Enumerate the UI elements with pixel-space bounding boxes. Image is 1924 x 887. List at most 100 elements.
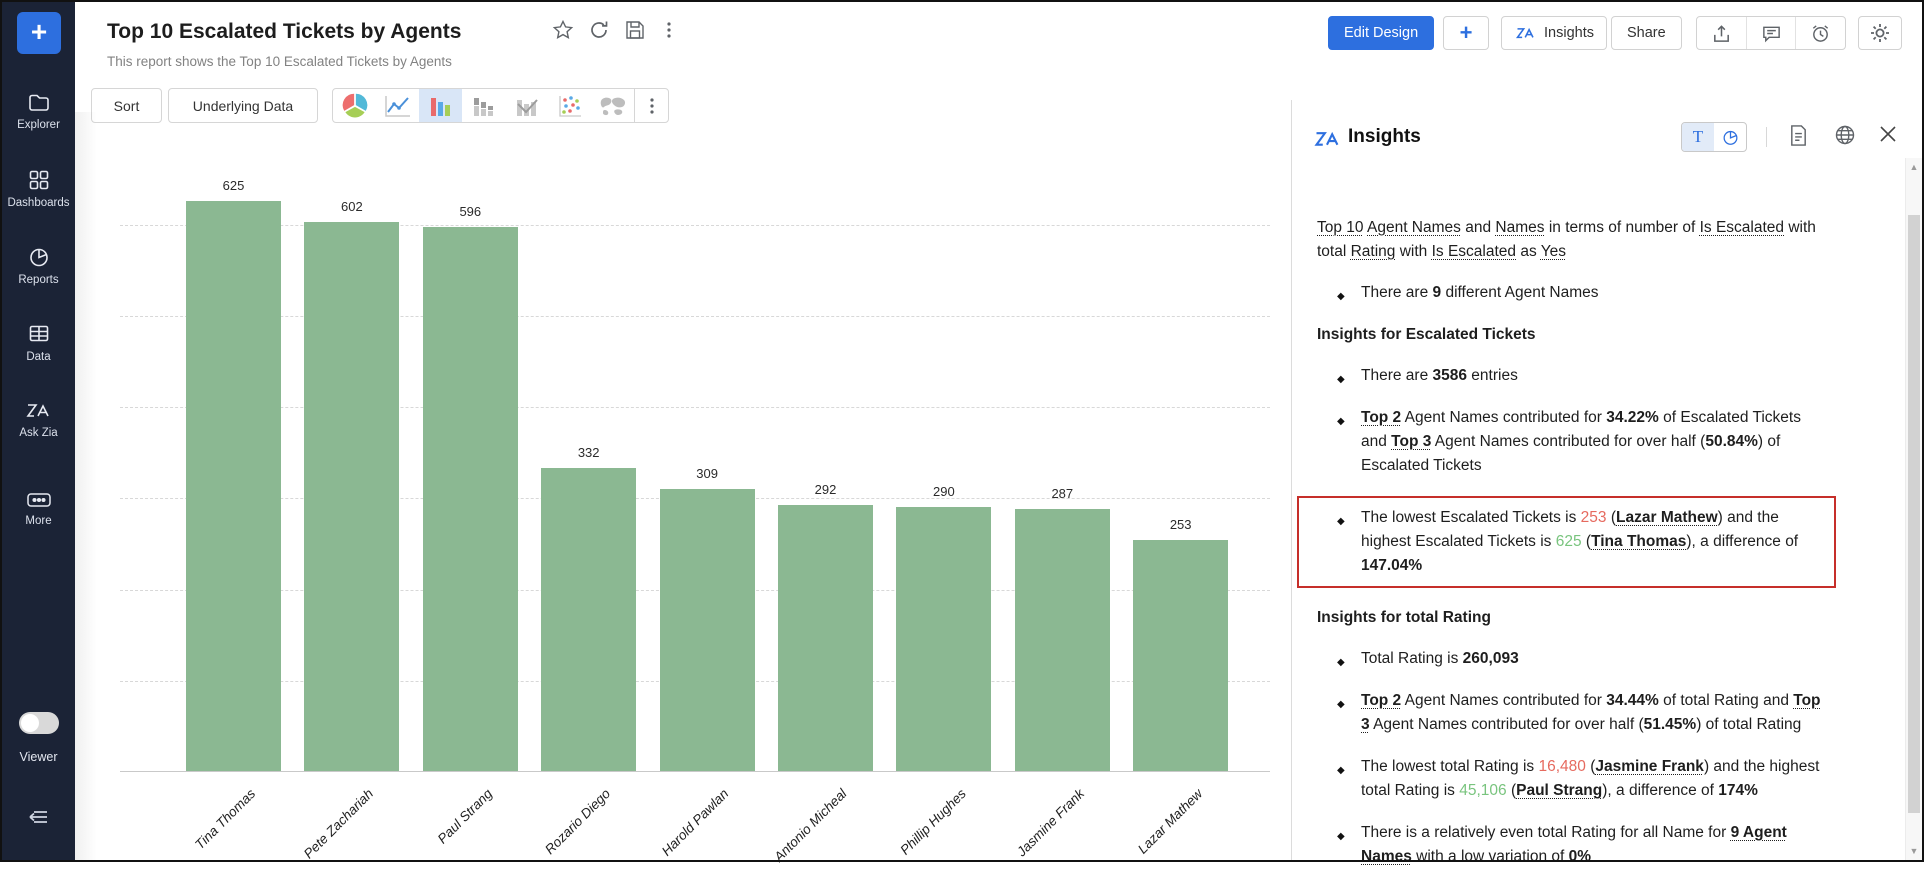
chart-type-map-button[interactable] bbox=[591, 89, 634, 122]
insights-chart-view-button[interactable] bbox=[1714, 123, 1746, 151]
insights-text-view-button[interactable]: T bbox=[1682, 123, 1714, 151]
chart-bar[interactable] bbox=[1015, 509, 1110, 771]
insights-content: Top 10 Agent Names and Names in terms of… bbox=[1317, 216, 1822, 887]
insight-bullet: ◆There are 3586 entries bbox=[1317, 364, 1822, 388]
insight-text: with bbox=[1395, 243, 1431, 260]
scroll-up-arrow[interactable]: ▲ bbox=[1906, 162, 1922, 172]
insights-button[interactable]: Insights bbox=[1501, 16, 1607, 50]
chart-bar[interactable] bbox=[778, 505, 873, 771]
viewer-toggle[interactable] bbox=[19, 712, 59, 734]
insights-panel: Insights T Top 10 Agent Names and Names … bbox=[1291, 100, 1922, 860]
chart-type-bar-button-selected[interactable] bbox=[419, 89, 462, 122]
chart-bar[interactable] bbox=[423, 227, 518, 771]
insight-term-link[interactable]: Names bbox=[1495, 219, 1544, 236]
page-subtitle: This report shows the Top 10 Escalated T… bbox=[107, 54, 452, 69]
insight-text: 16,480 bbox=[1538, 758, 1585, 775]
table-icon bbox=[2, 322, 75, 346]
language-globe-icon[interactable] bbox=[1834, 124, 1858, 148]
insight-term-link[interactable]: Lazar Mathew bbox=[1616, 509, 1718, 526]
bar-chart-plot-area: 625602596332309292290287253 bbox=[120, 140, 1270, 772]
insight-text: and bbox=[1461, 219, 1495, 236]
insight-intro: Top 10 Agent Names and Names in terms of… bbox=[1317, 216, 1822, 264]
schedule-button[interactable] bbox=[1795, 17, 1845, 49]
chart-bar[interactable] bbox=[186, 201, 281, 771]
zia-icon bbox=[1514, 25, 1538, 42]
scrollbar-thumb[interactable] bbox=[1908, 215, 1920, 813]
bullet-diamond-icon: ◆ bbox=[1337, 368, 1345, 392]
insight-text: as bbox=[1516, 243, 1541, 260]
insight-bullet: ◆The lowest total Rating is 16,480 (Jasm… bbox=[1317, 755, 1822, 803]
close-panel-icon[interactable] bbox=[1878, 124, 1902, 148]
sidebar-item-explorer[interactable]: Explorer bbox=[2, 90, 75, 131]
chart-type-more-button[interactable] bbox=[634, 89, 668, 122]
scroll-down-arrow[interactable]: ▼ bbox=[1906, 846, 1922, 856]
text-view-icon: T bbox=[1693, 127, 1703, 147]
insight-text: 625 bbox=[1556, 533, 1582, 550]
save-icon[interactable] bbox=[624, 19, 648, 43]
insights-panel-title: Insights bbox=[1348, 126, 1421, 148]
insight-term-link[interactable]: Is Escalated bbox=[1700, 219, 1784, 236]
insights-button-label: Insights bbox=[1544, 25, 1594, 41]
x-axis-label: Harold Pawlan bbox=[659, 786, 732, 859]
bullet-diamond-icon: ◆ bbox=[1337, 285, 1345, 309]
x-axis-label: Tina Thomas bbox=[192, 786, 258, 852]
chart-type-stacked-bar-button[interactable] bbox=[462, 89, 505, 122]
insight-term-link[interactable]: Is Escalated bbox=[1432, 243, 1516, 260]
insight-term-link[interactable]: Top 2 bbox=[1361, 409, 1401, 426]
insight-term-link[interactable]: Tina Thomas bbox=[1591, 533, 1686, 550]
folder-icon bbox=[2, 90, 75, 114]
favorite-star-icon[interactable] bbox=[552, 19, 576, 43]
insight-text: ( bbox=[1507, 782, 1516, 799]
insight-section-heading: Insights for total Rating bbox=[1317, 606, 1822, 630]
x-axis-label: Antonio Micheal bbox=[772, 786, 851, 865]
comments-button[interactable] bbox=[1746, 17, 1796, 49]
insight-term-link[interactable]: Jasmine Frank bbox=[1595, 758, 1704, 775]
insights-scrollbar[interactable]: ▲ ▼ bbox=[1905, 158, 1922, 860]
refresh-icon[interactable] bbox=[588, 19, 612, 43]
sidebar-item-ask-zia[interactable]: Ask Zia bbox=[2, 400, 75, 439]
share-button[interactable]: Share bbox=[1611, 16, 1682, 50]
chart-type-pie-button[interactable] bbox=[333, 89, 376, 122]
chart-type-line-button[interactable] bbox=[376, 89, 419, 122]
chart-bar[interactable] bbox=[1133, 540, 1228, 771]
sidebar-item-reports[interactable]: Reports bbox=[2, 245, 75, 286]
insights-report-icon[interactable] bbox=[1788, 124, 1812, 148]
insight-term-link[interactable]: Yes bbox=[1541, 243, 1566, 260]
sort-button[interactable]: Sort bbox=[91, 88, 162, 123]
sidebar-item-label: Explorer bbox=[2, 119, 75, 131]
chart-type-bar-line-button[interactable] bbox=[505, 89, 548, 122]
chart-bar[interactable] bbox=[304, 222, 399, 771]
create-new-button[interactable]: + bbox=[17, 12, 61, 54]
insight-term-link[interactable]: Paul Strang bbox=[1516, 782, 1602, 799]
title-more-menu-icon[interactable] bbox=[658, 19, 682, 43]
settings-button[interactable] bbox=[1858, 16, 1902, 50]
insight-term-link[interactable]: Agent Names bbox=[1367, 219, 1461, 236]
add-report-button[interactable]: + bbox=[1443, 16, 1489, 50]
dashboards-icon bbox=[2, 168, 75, 192]
bullet-diamond-icon: ◆ bbox=[1337, 651, 1345, 675]
chart-type-scatter-button[interactable] bbox=[548, 89, 591, 122]
edit-design-button[interactable]: Edit Design bbox=[1328, 16, 1434, 50]
chart-bar[interactable] bbox=[896, 507, 991, 771]
chart-bar[interactable] bbox=[660, 489, 755, 771]
insight-text: Insights for total Rating bbox=[1317, 609, 1491, 626]
insight-text: ), a difference of bbox=[1602, 782, 1718, 799]
insight-bullet: ◆Total Rating is 260,093 bbox=[1317, 647, 1822, 671]
more-ellipsis-icon bbox=[2, 490, 75, 510]
insight-term-link[interactable]: Top 2 bbox=[1361, 692, 1401, 709]
export-button[interactable] bbox=[1697, 17, 1746, 49]
insight-text: of total Rating and bbox=[1659, 692, 1793, 709]
sidebar-item-more[interactable]: More bbox=[2, 490, 75, 527]
sidebar-item-dashboards[interactable]: Dashboards bbox=[2, 168, 75, 209]
chart-bar[interactable] bbox=[541, 468, 636, 771]
insight-text: 50.84% bbox=[1705, 433, 1758, 450]
insight-term-link[interactable]: Top 10 bbox=[1317, 219, 1364, 236]
underlying-data-button[interactable]: Underlying Data bbox=[168, 88, 318, 123]
gridline bbox=[120, 225, 1270, 226]
insight-term-link[interactable]: Rating bbox=[1351, 243, 1396, 260]
collapse-sidebar-button[interactable] bbox=[2, 805, 75, 834]
bullet-diamond-icon: ◆ bbox=[1337, 693, 1345, 717]
sidebar-item-data[interactable]: Data bbox=[2, 322, 75, 363]
left-sidebar: + Explorer Dashboards Reports Data Ask Z… bbox=[2, 2, 75, 860]
insight-term-link[interactable]: Top 3 bbox=[1391, 433, 1431, 450]
